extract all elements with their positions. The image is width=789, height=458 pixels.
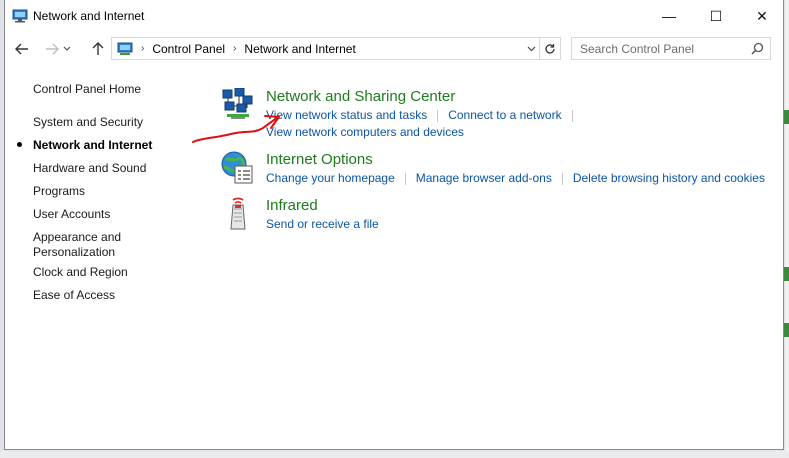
link-separator — [437, 109, 439, 122]
links-row: Change your homepage Manage browser add-o… — [266, 171, 765, 185]
background-taskbar-edge — [0, 451, 789, 458]
breadcrumb-control-panel[interactable]: Control Panel — [152, 42, 225, 56]
maximize-button[interactable]: ☐ — [693, 0, 739, 32]
red-arrow-annotation — [192, 115, 280, 143]
network-internet-icon — [12, 9, 28, 23]
sidebar-item-hardware-and-sound[interactable]: Hardware and Sound — [33, 161, 163, 176]
search-box[interactable] — [571, 37, 771, 60]
address-dropdown-button[interactable] — [524, 38, 538, 59]
category-title-network-and-sharing-center[interactable]: Network and Sharing Center — [266, 88, 455, 105]
minimize-button[interactable]: — — [646, 0, 692, 32]
link-change-your-homepage[interactable]: Change your homepage — [266, 171, 395, 185]
control-panel-window: Network and Internet — ☐ ✕ › Control Pan… — [4, 0, 784, 450]
arrow-left-icon — [15, 43, 28, 55]
link-manage-browser-add-ons[interactable]: Manage browser add-ons — [416, 171, 552, 185]
sidebar-item-system-and-security[interactable]: System and Security — [33, 115, 163, 130]
link-view-network-computers-and-devices[interactable]: View network computers and devices — [266, 125, 464, 139]
links-row: View network status and tasks Connect to … — [266, 108, 583, 122]
control-panel-icon — [117, 42, 133, 55]
chevron-down-icon — [63, 46, 71, 51]
arrow-right-icon — [46, 43, 59, 55]
up-button[interactable] — [87, 39, 109, 59]
breadcrumb-separator-icon[interactable]: › — [141, 43, 144, 54]
back-button[interactable] — [11, 39, 33, 59]
forward-button[interactable] — [41, 39, 63, 59]
close-button[interactable]: ✕ — [739, 0, 785, 32]
link-delete-browsing-history-and-cookies[interactable]: Delete browsing history and cookies — [573, 171, 765, 185]
recent-locations-button[interactable] — [61, 39, 73, 59]
sidebar-item-ease-of-access[interactable]: Ease of Access — [33, 288, 163, 303]
link-separator — [571, 109, 573, 122]
active-item-bullet — [17, 142, 22, 147]
search-icon[interactable] — [751, 42, 764, 55]
sidebar-item-programs[interactable]: Programs — [33, 184, 163, 199]
breadcrumb-network-and-internet[interactable]: Network and Internet — [244, 42, 355, 56]
sidebar-item-user-accounts[interactable]: User Accounts — [33, 207, 163, 222]
link-send-or-receive-a-file[interactable]: Send or receive a file — [266, 217, 379, 231]
link-separator — [561, 172, 563, 185]
link-connect-to-a-network[interactable]: Connect to a network — [448, 108, 561, 122]
links-row: View network computers and devices — [266, 125, 464, 139]
infrared-icon[interactable] — [221, 197, 255, 231]
internet-options-icon[interactable] — [221, 151, 255, 185]
arrow-up-icon — [92, 42, 104, 55]
chevron-down-icon — [527, 46, 535, 51]
category-title-infrared[interactable]: Infrared — [266, 197, 318, 214]
sidebar-item-control-panel-home[interactable]: Control Panel Home — [33, 82, 163, 97]
title-bar[interactable]: Network and Internet — ☐ ✕ — [5, 0, 783, 32]
link-separator — [404, 172, 406, 185]
sidebar-item-appearance-and-personalization[interactable]: Appearance and Personalization — [33, 230, 133, 260]
breadcrumb-separator-icon[interactable]: › — [233, 43, 236, 54]
background-window-edge — [785, 0, 789, 458]
refresh-icon — [545, 43, 555, 54]
links-row: Send or receive a file — [266, 217, 379, 231]
sidebar-item-network-and-internet[interactable]: Network and Internet — [33, 138, 163, 153]
search-input[interactable] — [578, 40, 752, 57]
refresh-button[interactable] — [539, 38, 560, 59]
address-bar[interactable]: › Control Panel › Network and Internet — [111, 37, 561, 60]
window-title: Network and Internet — [33, 9, 145, 23]
sidebar-item-clock-and-region[interactable]: Clock and Region — [33, 265, 163, 280]
address-row: › Control Panel › Network and Internet — [5, 34, 783, 64]
category-title-internet-options[interactable]: Internet Options — [266, 151, 373, 168]
